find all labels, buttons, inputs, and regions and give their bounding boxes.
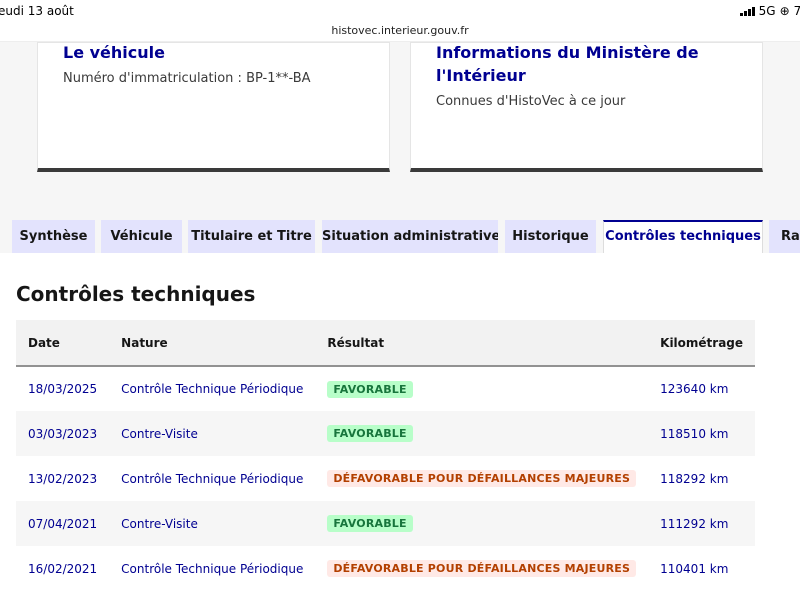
cell-result: FAVORABLE — [315, 411, 648, 456]
cell-result: DÉFAVORABLE POUR DÉFAILLANCES MAJEURES — [315, 456, 648, 501]
ministry-card-description: Connues d'HistoVec à ce jour — [436, 94, 626, 109]
cell-result: FAVORABLE — [315, 501, 648, 546]
status-badge: FAVORABLE — [327, 515, 413, 532]
cell-date: 03/03/2023 — [28, 426, 98, 441]
inspections-table: Date Nature Résultat Kilométrage 18/03/2… — [16, 320, 756, 591]
battery-label: 7( — [793, 4, 800, 18]
cell-mileage: 118292 km — [660, 471, 729, 486]
status-badge: FAVORABLE — [327, 425, 413, 442]
status-time: eudi 13 août — [0, 4, 74, 18]
orientation-lock-icon: ⊕ — [779, 4, 790, 18]
table-row: 18/03/2025 Contrôle Technique Périodique… — [16, 366, 756, 411]
cell-nature: Contre-Visite — [121, 426, 198, 441]
cell-result: FAVORABLE — [315, 366, 648, 411]
tab-bar: Synthèse Véhicule Titulaire et Titre Sit… — [0, 220, 800, 253]
column-header-result: Résultat — [327, 335, 385, 350]
vehicle-card-description: Numéro d'immatriculation : BP-1**-BA — [63, 71, 311, 86]
cell-result: DÉFAVORABLE POUR DÉFAILLANCES MAJEURES — [315, 546, 648, 591]
table-row: 16/02/2021 Contrôle Technique Périodique… — [16, 546, 756, 591]
signal-icon — [739, 6, 755, 16]
address-bar[interactable]: histovec.interieur.gouv.fr — [0, 22, 800, 42]
cell-nature: Contrôle Technique Périodique — [121, 561, 304, 576]
status-bar: eudi 13 août 5G ⊕ 7( — [0, 0, 800, 22]
column-header-nature: Nature — [121, 335, 168, 350]
table-row: 13/02/2023 Contrôle Technique Périodique… — [16, 456, 756, 501]
cards-area: Le véhicule Numéro d'immatriculation : B… — [0, 42, 800, 212]
cell-date: 07/04/2021 — [28, 516, 98, 531]
cell-nature: Contre-Visite — [121, 516, 198, 531]
status-badge: DÉFAVORABLE POUR DÉFAILLANCES MAJEURES — [327, 470, 637, 487]
table-header-row: Date Nature Résultat Kilométrage — [16, 320, 756, 366]
ministry-card[interactable]: Informations du Ministère de l'Intérieur… — [410, 42, 763, 172]
table-row: 07/04/2021 Contre-Visite FAVORABLE 11129… — [16, 501, 756, 546]
status-badge: FAVORABLE — [327, 380, 413, 398]
cell-mileage: 118510 km — [660, 426, 729, 441]
table-row: 03/03/2023 Contre-Visite FAVORABLE 11851… — [16, 411, 756, 456]
network-label: 5G — [758, 4, 776, 18]
cell-mileage: 110401 km — [660, 561, 729, 576]
cell-date: 18/03/2025 — [28, 382, 98, 396]
column-header-mileage: Kilométrage — [660, 335, 744, 350]
tab-vehicule[interactable]: Véhicule — [101, 220, 182, 253]
tab-rapport[interactable]: Rap — [769, 220, 800, 253]
tab-titulaire[interactable]: Titulaire et Titre — [188, 220, 315, 253]
cell-mileage: 123640 km — [660, 382, 729, 396]
tab-synthese[interactable]: Synthèse — [12, 220, 95, 253]
cell-nature: Contrôle Technique Périodique — [121, 471, 304, 486]
tab-historique[interactable]: Historique — [505, 220, 596, 253]
vehicle-card[interactable]: Le véhicule Numéro d'immatriculation : B… — [37, 42, 390, 172]
cell-date: 13/02/2023 — [28, 471, 98, 486]
vehicle-card-title: Le véhicule — [63, 43, 165, 62]
cell-date: 16/02/2021 — [28, 561, 98, 576]
status-right: 5G ⊕ 7( — [739, 4, 800, 18]
tab-situation-administrative[interactable]: Situation administrative — [322, 220, 498, 253]
ministry-card-title: Informations du Ministère de l'Intérieur — [436, 43, 699, 85]
column-header-date: Date — [28, 335, 60, 350]
tab-panel: Contrôles techniques Date Nature Résulta… — [0, 253, 800, 600]
url-text: histovec.interieur.gouv.fr — [331, 24, 469, 37]
cell-mileage: 111292 km — [660, 516, 729, 531]
cell-nature: Contrôle Technique Périodique — [121, 382, 304, 396]
status-badge: DÉFAVORABLE POUR DÉFAILLANCES MAJEURES — [327, 560, 637, 577]
tab-controles-techniques[interactable]: Contrôles techniques — [603, 220, 763, 253]
panel-title: Contrôles techniques — [16, 282, 256, 306]
